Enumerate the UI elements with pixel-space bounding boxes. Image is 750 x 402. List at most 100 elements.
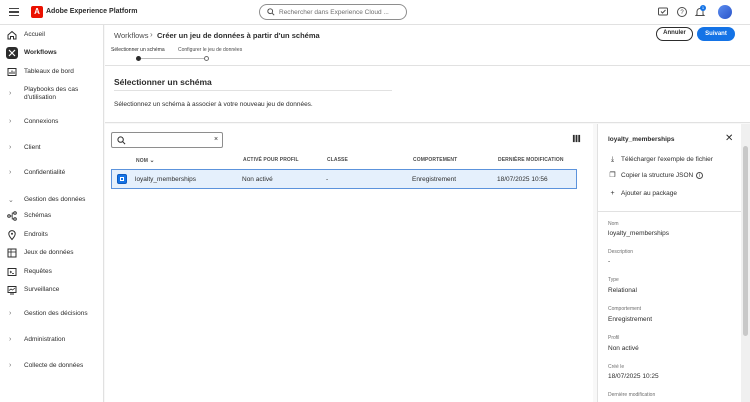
svg-text:?: ? bbox=[680, 10, 684, 16]
sidebar-item-label: Gestion des données bbox=[24, 196, 86, 203]
schema-search-input[interactable]: × bbox=[111, 132, 223, 148]
workflow-header: Workflows › Créer un jeu de données à pa… bbox=[105, 25, 750, 66]
column-header-name[interactable]: NOM ⌄ bbox=[136, 157, 155, 164]
field-value-type: Relational bbox=[608, 287, 637, 294]
step-indicator-next bbox=[204, 56, 209, 61]
cancel-button[interactable]: Annuler bbox=[656, 27, 693, 41]
breadcrumb-separator-icon: › bbox=[150, 30, 153, 39]
adobe-logo[interactable]: A bbox=[31, 6, 43, 18]
sidebar-item-label: Connexions bbox=[24, 118, 59, 125]
cell-class: - bbox=[326, 176, 329, 183]
app-title[interactable]: Adobe Experience Platform bbox=[46, 8, 137, 15]
copy-icon: ❐ bbox=[609, 172, 616, 179]
sidebar-item-customer[interactable]: › Client bbox=[0, 141, 104, 155]
sidebar-item-data-collection[interactable]: › Collecte de données bbox=[0, 359, 104, 373]
field-label-behavior: Comportement bbox=[608, 306, 642, 312]
home-icon bbox=[7, 30, 17, 40]
field-label-type: Type bbox=[608, 277, 619, 283]
cell-profile: Non activé bbox=[242, 176, 273, 183]
chevron-right-icon: › bbox=[9, 310, 12, 317]
field-label-description: Description bbox=[608, 249, 634, 255]
menu-icon[interactable] bbox=[9, 8, 19, 16]
row-checkbox[interactable] bbox=[117, 174, 127, 184]
field-label-profile: Profil bbox=[608, 335, 620, 341]
monitor-icon bbox=[7, 286, 17, 295]
table-row[interactable]: loyalty_memberships Non activé - Enregis… bbox=[111, 169, 577, 189]
step-select-schema[interactable]: Sélectionner un schéma bbox=[111, 47, 165, 53]
chevron-right-icon: › bbox=[9, 90, 12, 97]
workflow-icon bbox=[6, 47, 18, 59]
sidebar-item-label: Accueil bbox=[24, 31, 45, 38]
clear-search-icon[interactable]: × bbox=[214, 136, 218, 143]
global-search-placeholder: Rechercher dans Experience Cloud ... bbox=[279, 9, 389, 16]
section-title: Sélectionner un schéma bbox=[114, 77, 212, 87]
sidebar-item-administration[interactable]: › Administration bbox=[0, 333, 104, 347]
sidebar-item-data-management[interactable]: ⌄ Gestion des données bbox=[0, 193, 104, 207]
breadcrumb-workflows[interactable]: Workflows bbox=[114, 31, 148, 40]
cell-name: loyalty_memberships bbox=[135, 176, 197, 183]
sidebar-item-home[interactable]: Accueil bbox=[0, 28, 104, 42]
schema-icon bbox=[7, 211, 17, 221]
column-settings-icon[interactable] bbox=[572, 134, 581, 143]
info-icon[interactable]: i bbox=[696, 172, 704, 179]
dashboard-icon bbox=[7, 68, 17, 76]
column-header-profile[interactable]: ACTIVÉ POUR PROFIL bbox=[243, 157, 299, 163]
sidebar-item-label: Jeux de données bbox=[24, 249, 74, 256]
sidebar-item-locations[interactable]: Endroits bbox=[0, 228, 104, 242]
sidebar-item-schemas[interactable]: Schémas bbox=[0, 209, 104, 223]
field-value-description: - bbox=[608, 258, 611, 265]
column-header-modified[interactable]: DERNIÈRE MODIFICATION bbox=[498, 157, 564, 163]
chevron-right-icon: › bbox=[9, 118, 12, 125]
sidebar: Accueil Workflows Tableaux de bord › Pla… bbox=[0, 25, 104, 402]
feedback-icon[interactable] bbox=[657, 6, 669, 18]
column-header-behavior[interactable]: COMPORTEMENT bbox=[413, 157, 457, 163]
sidebar-item-monitoring[interactable]: Surveillance bbox=[0, 283, 104, 297]
next-button[interactable]: Suivant bbox=[697, 27, 735, 41]
add-icon: + bbox=[610, 190, 615, 197]
field-label-last-modified: Dernière modification bbox=[608, 392, 656, 398]
copy-json-action[interactable]: ❐ Copier la structure JSON i bbox=[608, 171, 704, 179]
global-search[interactable]: Rechercher dans Experience Cloud ... bbox=[259, 4, 407, 20]
field-value-behavior: Enregistrement bbox=[608, 316, 653, 323]
top-bar: A Adobe Experience Platform Rechercher d… bbox=[0, 0, 750, 25]
sidebar-item-datasets[interactable]: Jeux de données bbox=[0, 246, 104, 260]
cell-behavior: Enregistrement bbox=[412, 176, 457, 183]
sidebar-item-label: Workflows bbox=[24, 49, 57, 56]
schema-details-panel: loyalty_memberships ✕ ⤓ Télécharger l'exe… bbox=[597, 124, 742, 402]
chevron-right-icon: › bbox=[9, 336, 12, 343]
sidebar-item-playbooks[interactable]: › Playbooks des cas d'utilisation bbox=[0, 86, 104, 103]
download-sample-action[interactable]: ⤓ Télécharger l'exemple de fichier bbox=[608, 156, 713, 164]
sidebar-item-label: Endroits bbox=[24, 231, 48, 238]
panel-scrollbar[interactable] bbox=[741, 124, 750, 402]
user-avatar[interactable] bbox=[718, 5, 732, 19]
sidebar-item-label: Administration bbox=[24, 336, 66, 343]
section-divider bbox=[114, 90, 392, 91]
sort-chevron-icon: ⌄ bbox=[149, 158, 155, 164]
sidebar-item-dashboards[interactable]: Tableaux de bord bbox=[0, 65, 104, 79]
search-icon bbox=[117, 136, 126, 145]
download-icon: ⤓ bbox=[610, 156, 615, 163]
location-icon bbox=[8, 230, 16, 241]
stepper-track bbox=[139, 58, 205, 59]
sidebar-item-connections[interactable]: › Connexions bbox=[0, 115, 104, 129]
field-value-created: 18/07/2025 10:25 bbox=[608, 373, 659, 380]
step-indicator-active bbox=[136, 56, 141, 61]
sidebar-item-label: Confidentialité bbox=[24, 169, 66, 176]
close-icon[interactable]: ✕ bbox=[725, 133, 733, 144]
panel-divider bbox=[598, 211, 742, 212]
column-header-class[interactable]: CLASSE bbox=[327, 157, 348, 163]
query-icon bbox=[7, 268, 17, 276]
scrollbar-thumb[interactable] bbox=[743, 146, 748, 336]
sidebar-item-workflows[interactable]: Workflows bbox=[0, 46, 104, 60]
sidebar-item-privacy[interactable]: › Confidentialité bbox=[0, 166, 104, 180]
step-configure-dataset[interactable]: Configurer le jeu de données bbox=[178, 47, 242, 53]
sidebar-item-label: Playbooks des cas d'utilisation bbox=[24, 86, 79, 101]
sidebar-item-queries[interactable]: Requêtes bbox=[0, 265, 104, 279]
chevron-right-icon: › bbox=[9, 169, 12, 176]
sidebar-item-decision-management[interactable]: › Gestion des décisions bbox=[0, 307, 104, 321]
chevron-right-icon: › bbox=[9, 362, 12, 369]
add-to-package-action[interactable]: + Ajouter au package bbox=[608, 190, 677, 197]
field-value-profile: Non activé bbox=[608, 345, 639, 352]
sidebar-item-label: Requêtes bbox=[24, 268, 52, 275]
help-icon[interactable]: ? bbox=[676, 6, 688, 18]
